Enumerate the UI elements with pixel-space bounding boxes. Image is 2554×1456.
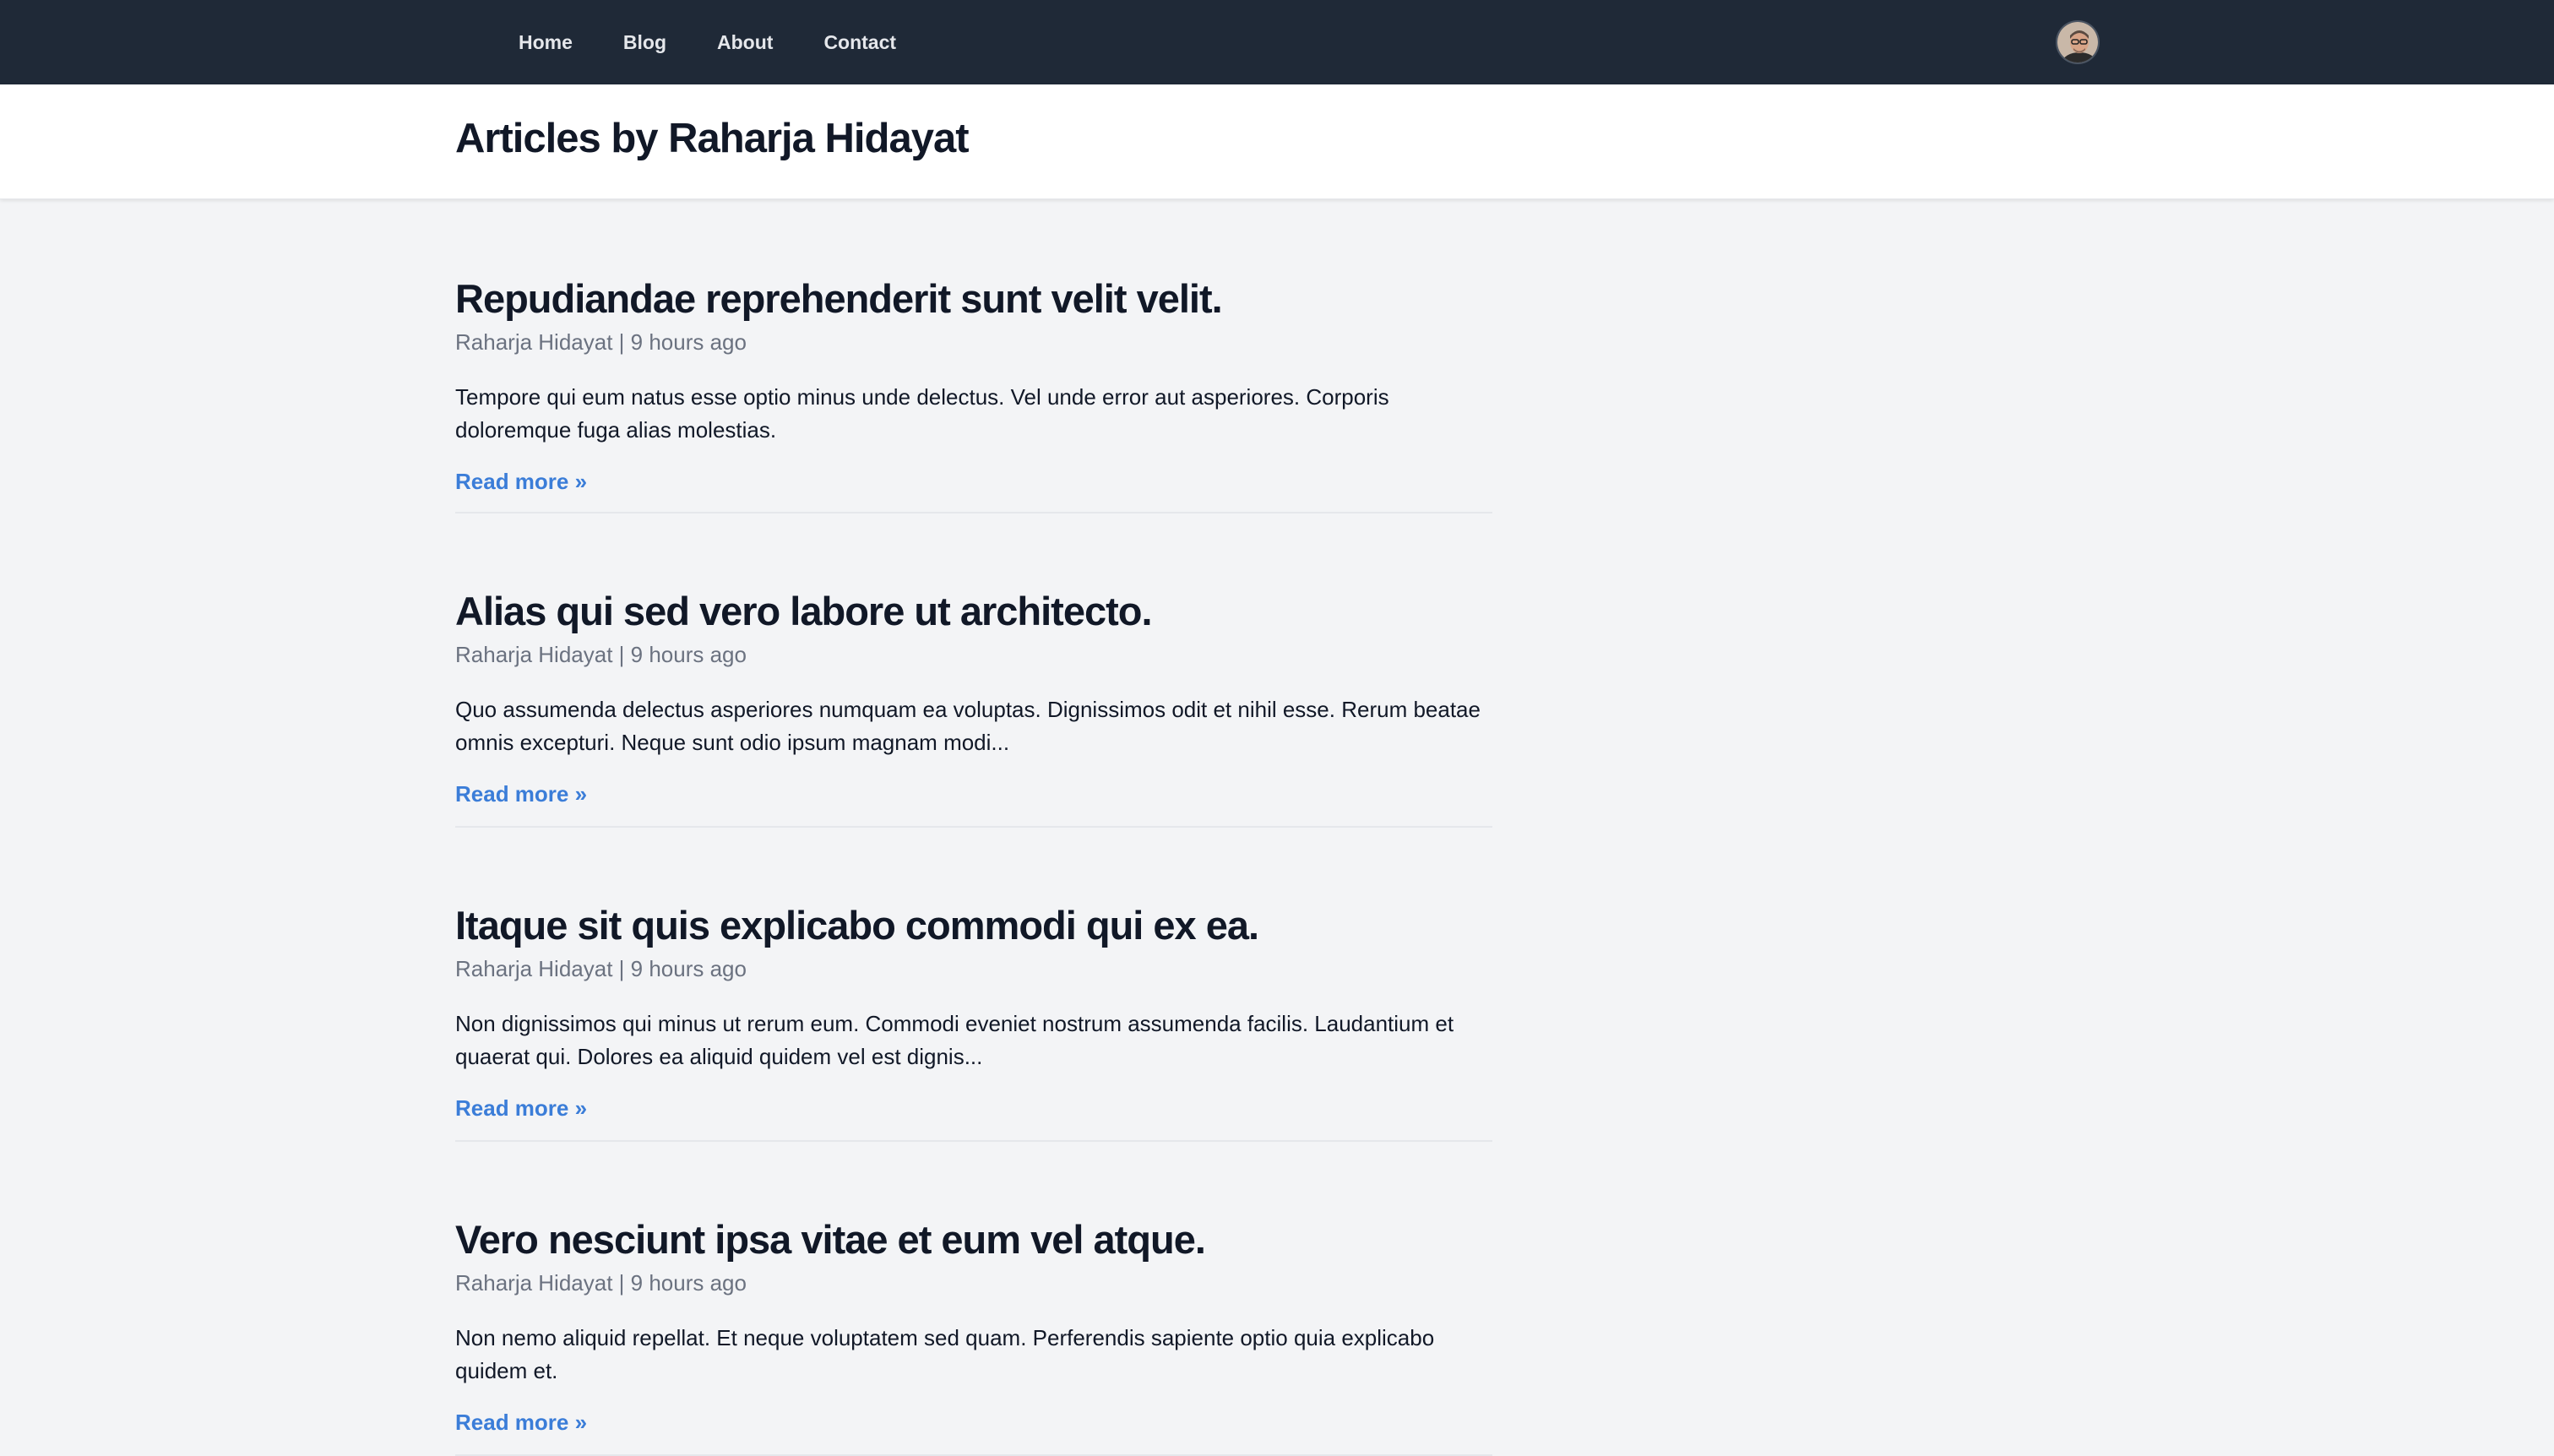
article-title[interactable]: Alias qui sed vero labore ut architecto. (455, 589, 1492, 633)
article-meta: Raharja Hidayat | 9 hours ago (455, 955, 747, 981)
article-item: Repudiandae reprehenderit sunt velit vel… (455, 199, 1492, 513)
article-meta: Raharja Hidayat | 9 hours ago (455, 641, 747, 667)
article-title[interactable]: Repudiandae reprehenderit sunt velit vel… (455, 277, 1492, 321)
article-excerpt: Non dignissimos qui minus ut rerum eum. … (455, 1010, 1454, 1069)
read-more-link[interactable]: Read more » (455, 469, 587, 495)
nav-link-contact[interactable]: Contact (798, 31, 921, 54)
user-avatar[interactable] (2056, 20, 2100, 64)
page-header: Articles by Raharja Hidayat (0, 84, 2554, 199)
read-more-link[interactable]: Read more » (455, 781, 587, 807)
nav-link-blog[interactable]: Blog (598, 31, 692, 54)
read-more-link[interactable]: Read more » (455, 1095, 587, 1122)
article-meta: Raharja Hidayat | 9 hours ago (455, 329, 747, 355)
nav-link-home[interactable]: Home (493, 31, 598, 54)
article-item: Itaque sit quis explicabo commodi qui ex… (455, 828, 1492, 1142)
article-item: Alias qui sed vero labore ut architecto.… (455, 513, 1492, 828)
article-excerpt: Tempore qui eum natus esse optio minus u… (455, 383, 1389, 443)
nav-link-about[interactable]: About (692, 31, 798, 54)
top-navbar: Home Blog About Contact (0, 0, 2554, 84)
article-excerpt: Quo assumenda delectus asperiores numqua… (455, 696, 1481, 755)
article-excerpt: Non nemo aliquid repellat. Et neque volu… (455, 1324, 1435, 1383)
article-title[interactable]: Vero nesciunt ipsa vitae et eum vel atqu… (455, 1218, 1492, 1262)
read-more-link[interactable]: Read more » (455, 1410, 587, 1436)
page-title: Articles by Raharja Hidayat (455, 116, 970, 161)
article-item: Vero nesciunt ipsa vitae et eum vel atqu… (455, 1142, 1492, 1456)
avatar-image (2057, 22, 2098, 62)
article-meta: Raharja Hidayat | 9 hours ago (455, 1269, 747, 1296)
nav-links: Home Blog About Contact (493, 0, 921, 84)
article-title[interactable]: Itaque sit quis explicabo commodi qui ex… (455, 904, 1492, 948)
article-list: Repudiandae reprehenderit sunt velit vel… (455, 199, 1492, 1456)
